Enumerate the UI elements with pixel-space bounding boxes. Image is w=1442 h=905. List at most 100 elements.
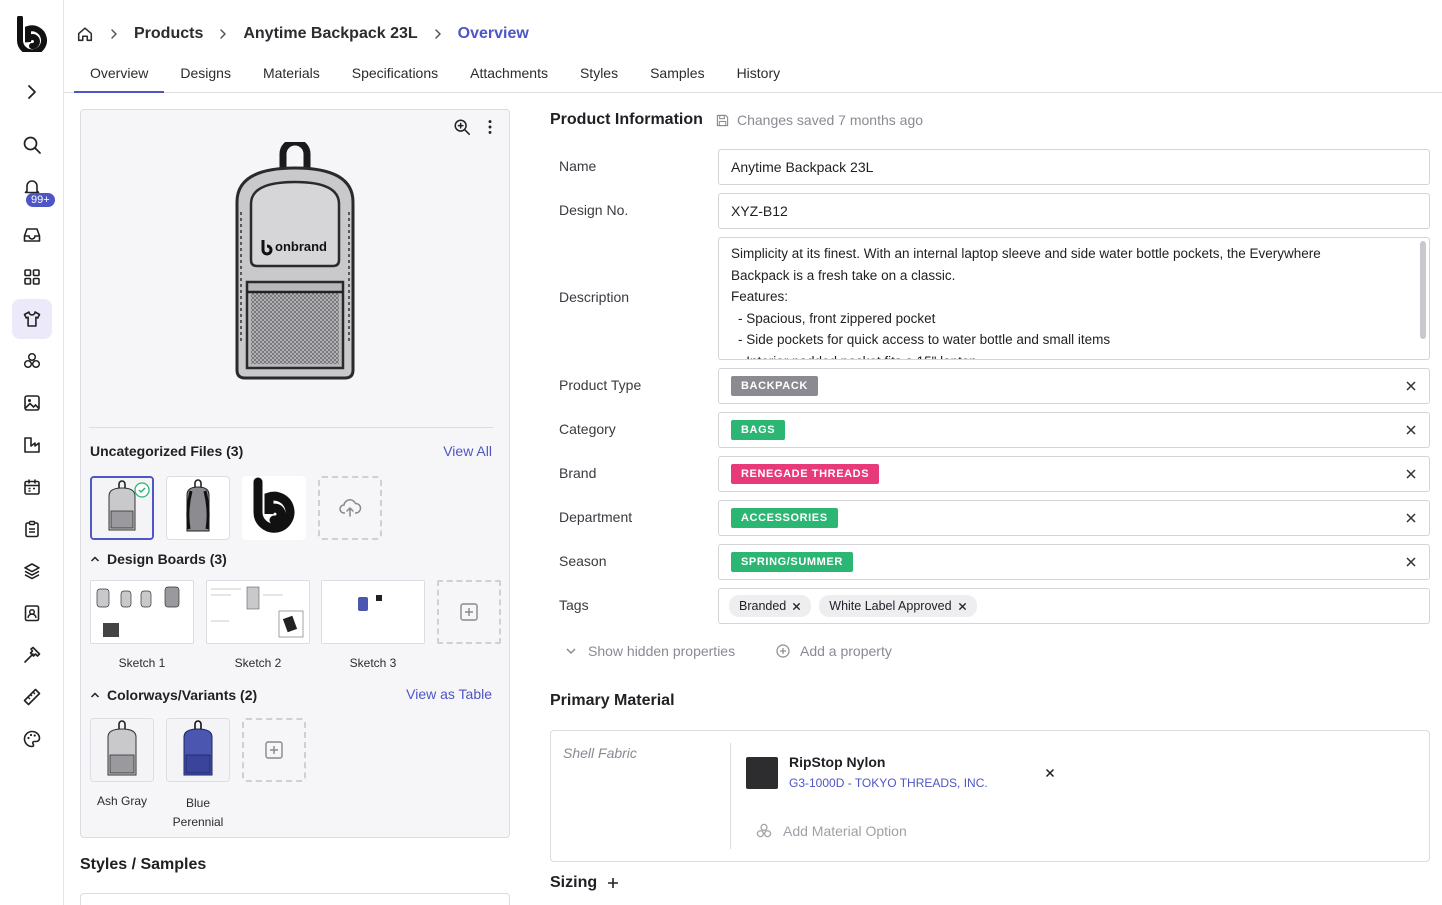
- show-hidden-properties-button[interactable]: Show hidden properties: [564, 643, 735, 659]
- tab-designs[interactable]: Designs: [164, 56, 247, 93]
- colorway-thumb-blue-perennial[interactable]: [166, 718, 230, 782]
- description-textarea[interactable]: Simplicity at its finest. With an intern…: [718, 237, 1430, 360]
- contacts-icon[interactable]: [12, 593, 52, 633]
- file-thumb-logo[interactable]: [242, 476, 306, 540]
- material-supplier-link[interactable]: G3-1000D - TOKYO THREADS, INC.: [789, 776, 988, 790]
- gallery-divider: [89, 427, 493, 428]
- design-no-label: Design No.: [559, 202, 629, 218]
- grid-icon[interactable]: [12, 257, 52, 297]
- colorways-header[interactable]: Colorways/Variants (2): [90, 687, 257, 703]
- file-thumb-backpack-front[interactable]: [90, 476, 154, 540]
- sizing-header[interactable]: Sizing: [550, 874, 619, 892]
- colorway-thumb-ash-gray[interactable]: [90, 718, 154, 782]
- tshirt-icon[interactable]: [12, 299, 52, 339]
- design-board-sketch-3[interactable]: [321, 580, 425, 644]
- breadcrumb: Products Anytime Backpack 23L Overview: [76, 22, 529, 46]
- add-design-board-button[interactable]: [437, 580, 501, 644]
- show-hidden-label: Show hidden properties: [588, 643, 736, 659]
- palette-icon[interactable]: [12, 719, 52, 759]
- colorway-caption: Ash Gray: [96, 794, 147, 808]
- design-board-sketch-1[interactable]: [90, 580, 194, 644]
- clear-icon[interactable]: [1405, 556, 1417, 568]
- tag-label: White Label Approved: [829, 599, 952, 613]
- name-field[interactable]: [718, 149, 1430, 185]
- remove-tag-icon[interactable]: [792, 602, 801, 611]
- search-icon[interactable]: [12, 125, 52, 165]
- design-no-input[interactable]: [731, 203, 1417, 219]
- view-all-link[interactable]: View All: [443, 443, 492, 459]
- remove-material-icon[interactable]: [1045, 768, 1055, 778]
- season-chip: SPRING/SUMMER: [731, 552, 853, 572]
- description-scrollbar[interactable]: [1420, 241, 1426, 339]
- department-label: Department: [559, 509, 633, 525]
- material-slot-label: Shell Fabric: [563, 745, 637, 761]
- layers-icon[interactable]: [12, 551, 52, 591]
- season-field[interactable]: SPRING/SUMMER: [718, 544, 1430, 580]
- add-colorway-button[interactable]: [242, 718, 306, 782]
- clear-icon[interactable]: [1405, 512, 1417, 524]
- home-icon[interactable]: [76, 25, 94, 43]
- tab-materials[interactable]: Materials: [247, 56, 336, 93]
- zoom-in-icon[interactable]: [453, 118, 471, 136]
- description-label: Description: [559, 289, 630, 305]
- department-field[interactable]: ACCESSORIES: [718, 500, 1430, 536]
- materials-icon[interactable]: [12, 341, 52, 381]
- brand-logo-icon[interactable]: [16, 16, 48, 52]
- tag-chip[interactable]: White Label Approved: [819, 595, 977, 617]
- inbox-icon[interactable]: [12, 215, 52, 255]
- tab-specifications[interactable]: Specifications: [336, 56, 454, 93]
- view-as-table-link[interactable]: View as Table: [406, 686, 492, 702]
- tab-history[interactable]: History: [721, 56, 797, 93]
- upload-file-button[interactable]: [318, 476, 382, 540]
- tab-overview[interactable]: Overview: [74, 56, 165, 93]
- category-field[interactable]: BAGS: [718, 412, 1430, 448]
- clear-icon[interactable]: [1405, 424, 1417, 436]
- material-swatch[interactable]: [746, 757, 778, 789]
- season-label: Season: [559, 553, 607, 569]
- image-icon[interactable]: [12, 383, 52, 423]
- product-information-title: Product Information: [550, 111, 703, 128]
- tab-samples[interactable]: Samples: [634, 56, 720, 93]
- tag-chip[interactable]: Branded: [729, 595, 812, 617]
- brand-label: Brand: [559, 465, 597, 481]
- add-material-option-button[interactable]: Add Material Option: [755, 822, 907, 840]
- product-type-field[interactable]: BACKPACK: [718, 368, 1430, 404]
- design-board-sketch-2[interactable]: [206, 580, 310, 644]
- description-line: - Spacious, front zippered pocket: [738, 310, 936, 326]
- department-chip: ACCESSORIES: [731, 508, 838, 528]
- calendar-icon[interactable]: [12, 467, 52, 507]
- ruler-icon[interactable]: [12, 677, 52, 717]
- save-status: Changes saved 7 months ago: [716, 112, 923, 128]
- tab-styles[interactable]: Styles: [564, 56, 634, 93]
- chevron-right-icon[interactable]: [22, 82, 42, 102]
- clear-icon[interactable]: [1405, 380, 1417, 392]
- tab-bar: Overview Designs Materials Specification…: [64, 56, 1442, 93]
- factory-icon[interactable]: [12, 425, 52, 465]
- design-boards-header[interactable]: Design Boards (3): [90, 551, 227, 567]
- breadcrumb-product[interactable]: Anytime Backpack 23L: [243, 25, 417, 43]
- board-caption: Sketch 1: [118, 656, 166, 670]
- board-caption: Sketch 2: [234, 656, 282, 670]
- name-input[interactable]: [731, 159, 1417, 175]
- remove-tag-icon[interactable]: [958, 602, 967, 611]
- brand-field[interactable]: RENEGADE THREADS: [718, 456, 1430, 492]
- product-type-label: Product Type: [559, 377, 642, 393]
- breadcrumb-products[interactable]: Products: [134, 25, 203, 43]
- clear-icon[interactable]: [1405, 468, 1417, 480]
- backpack-hero-image[interactable]: onbrand: [217, 142, 373, 382]
- more-vertical-icon[interactable]: [481, 118, 499, 136]
- chevron-up-icon: [90, 692, 100, 698]
- hammer-icon[interactable]: [12, 635, 52, 675]
- add-property-button[interactable]: Add a property: [776, 643, 892, 659]
- tab-attachments[interactable]: Attachments: [454, 56, 564, 93]
- file-thumb-backpack-back[interactable]: [166, 476, 230, 540]
- left-rail: 99+: [0, 0, 64, 905]
- tags-field[interactable]: Branded White Label Approved: [718, 588, 1430, 624]
- design-no-field[interactable]: [718, 193, 1430, 229]
- notification-badge: 99+: [26, 193, 55, 207]
- material-name[interactable]: RipStop Nylon: [789, 754, 885, 770]
- plus-icon[interactable]: [607, 877, 619, 889]
- description-line: - Side pockets for quick access to water…: [738, 332, 1111, 347]
- clipboard-icon[interactable]: [12, 509, 52, 549]
- breadcrumb-current: Overview: [457, 25, 529, 42]
